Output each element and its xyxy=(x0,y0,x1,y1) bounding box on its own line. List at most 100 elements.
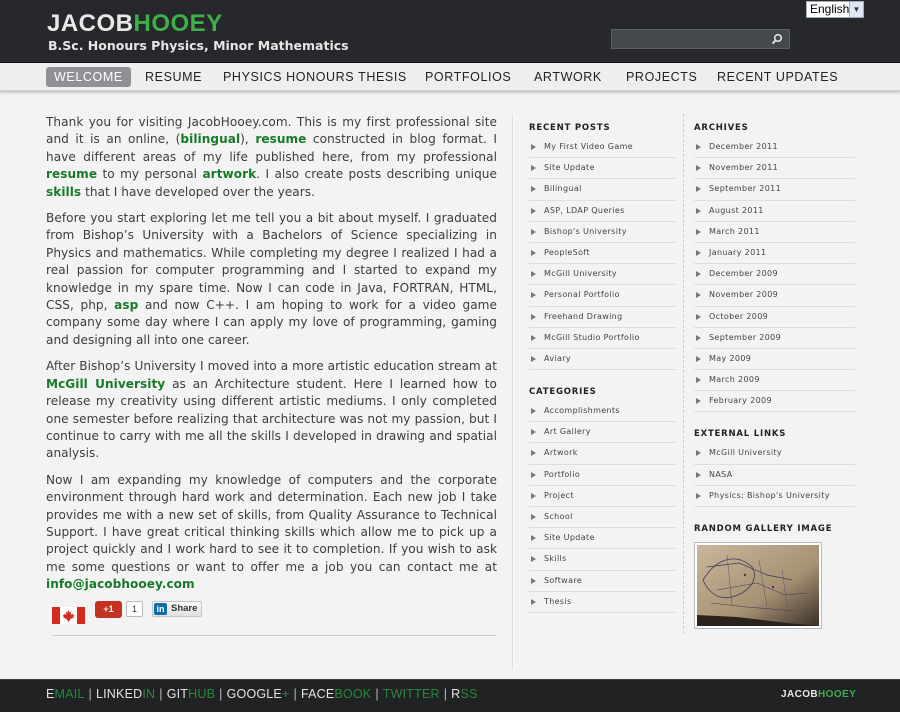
external-links-heading: EXTERNAL LINKS xyxy=(694,429,787,440)
welcome-article: Thank you for visiting JacobHooey.com. T… xyxy=(46,114,497,603)
recent-post-item[interactable]: Freehand Drawing xyxy=(529,307,676,328)
external-link-item[interactable]: NASA xyxy=(694,465,855,486)
recent-post-item[interactable]: Personal Portfolio xyxy=(529,285,676,307)
text: GIT xyxy=(166,687,189,701)
logo-part-2: HOOEY xyxy=(133,10,223,37)
text: Before you start exploring let me tell y… xyxy=(46,211,497,313)
google-plus-button[interactable]: +1 xyxy=(95,601,122,618)
category-item[interactable]: Thesis xyxy=(529,592,676,613)
category-item[interactable]: Project xyxy=(529,486,676,507)
archive-item[interactable]: March 2009 xyxy=(694,370,855,392)
content-divider xyxy=(512,114,514,670)
category-item[interactable]: Art Gallery xyxy=(529,422,676,444)
nav-item-recent-updates[interactable]: RECENT UPDATES xyxy=(717,67,838,87)
category-item[interactable]: Accomplishments xyxy=(529,401,676,423)
link-skills[interactable]: skills xyxy=(46,185,81,199)
footer-link-google-plus[interactable]: GOOGLE+ xyxy=(227,687,290,701)
text: GOOGLE xyxy=(226,687,282,701)
paragraph-now: Now I am expanding my knowledge of compu… xyxy=(46,472,497,594)
external-link-item[interactable]: McGill University xyxy=(694,443,855,465)
text: that I have developed over the years. xyxy=(81,184,316,199)
categories-heading: CATEGORIES xyxy=(529,387,597,398)
archive-item[interactable]: December 2011 xyxy=(694,137,855,159)
text: ), xyxy=(240,132,256,147)
nav-item-resume[interactable]: RESUME xyxy=(145,67,202,87)
text: LINKED xyxy=(95,687,143,701)
recent-post-item[interactable]: Bilingual xyxy=(529,179,676,201)
archive-item[interactable]: May 2009 xyxy=(694,349,855,371)
footer-link-github[interactable]: GITHUB xyxy=(167,687,215,701)
archive-item[interactable]: August 2011 xyxy=(694,201,855,222)
recent-post-item[interactable]: Bishop's University xyxy=(529,222,676,243)
link-bilingual[interactable]: bilingual xyxy=(180,132,240,146)
canada-flag-icon xyxy=(52,607,85,624)
footer-link-facebook[interactable]: FACEBOOK xyxy=(301,687,371,701)
nav-item-artwork[interactable]: ARTWORK xyxy=(534,67,602,87)
random-gallery-image[interactable] xyxy=(694,542,822,629)
archive-item[interactable]: September 2011 xyxy=(694,179,855,201)
search-icon[interactable] xyxy=(771,33,783,45)
archive-item[interactable]: December 2009 xyxy=(694,264,855,286)
text: SS xyxy=(460,687,478,701)
recent-post-item[interactable]: My First Video Game xyxy=(529,137,676,159)
link-asp[interactable]: asp xyxy=(114,298,138,312)
site-footer: EMAIL | LINKEDIN | GITHUB | GOOGLE+ | FACEBOOK | T… xyxy=(0,679,900,712)
footer-logo[interactable]: JACOBHOOEY xyxy=(781,689,856,700)
site-header: JACOBHOOEY B.Sc. Honours Physics, Minor … xyxy=(0,0,900,63)
language-select[interactable]: English ▼ xyxy=(806,1,864,18)
archive-item[interactable]: January 2011 xyxy=(694,243,855,265)
category-item[interactable]: Site Update xyxy=(529,528,676,550)
external-link-item[interactable]: Physics: Bishop's University xyxy=(694,486,855,507)
archive-item[interactable]: October 2009 xyxy=(694,307,855,328)
recent-post-item[interactable]: McGill Studio Portfolio xyxy=(529,328,676,349)
sidebar-left-column: RECENT POSTS My First Video Game Site Up… xyxy=(529,120,676,627)
nav-item-physics-honours-thesis[interactable]: PHYSICS HONOURS THESIS xyxy=(223,67,407,87)
footer-link-twitter[interactable]: TWITTER xyxy=(383,687,440,701)
link-artwork[interactable]: artwork xyxy=(202,167,256,181)
archive-item[interactable]: November 2009 xyxy=(694,285,855,307)
archive-item[interactable]: February 2009 xyxy=(694,391,855,413)
text: BOOK xyxy=(334,687,372,701)
text: IN xyxy=(142,687,156,701)
separator: | xyxy=(375,687,379,701)
google-plus-count: 1 xyxy=(126,601,143,617)
category-item[interactable]: Skills xyxy=(529,549,676,571)
recent-post-item[interactable]: ASP, LDAP Queries xyxy=(529,201,676,222)
recent-post-item[interactable]: PeopleSoft xyxy=(529,243,676,265)
link-email[interactable]: info@jacobhooey.com xyxy=(46,577,195,591)
archives-heading: ARCHIVES xyxy=(694,123,749,133)
link-resume[interactable]: resume xyxy=(255,132,306,146)
nav-item-projects[interactable]: PROJECTS xyxy=(626,67,697,87)
nav-item-portfolios[interactable]: PORTFOLIOS xyxy=(425,67,511,87)
category-item[interactable]: Artwork xyxy=(529,443,676,465)
recent-post-item[interactable]: McGill University xyxy=(529,264,676,286)
search-input[interactable] xyxy=(611,29,790,49)
archive-item[interactable]: March 2011 xyxy=(694,222,855,243)
link-resume-2[interactable]: resume xyxy=(46,167,97,181)
linkedin-share-button[interactable]: in Share xyxy=(152,601,202,617)
category-item[interactable]: School xyxy=(529,507,676,529)
footer-link-linkedin[interactable]: LINKEDIN xyxy=(96,687,155,701)
category-item[interactable]: Software xyxy=(529,571,676,592)
archive-item[interactable]: September 2009 xyxy=(694,328,855,349)
language-value: English xyxy=(810,2,850,16)
link-mcgill-university[interactable]: McGill University xyxy=(46,377,165,391)
sidebar-divider xyxy=(683,114,684,634)
footer-link-rss[interactable]: RSS xyxy=(451,687,477,701)
site-logo[interactable]: JACOBHOOEY xyxy=(47,10,223,38)
paragraph-mcgill: After Bishop’s University I moved into a… xyxy=(46,358,497,462)
separator: | xyxy=(293,687,297,701)
logo-part-1: JACOB xyxy=(47,10,134,37)
nav-item-welcome[interactable]: WELCOME xyxy=(46,67,131,87)
recent-post-item[interactable]: Site Update xyxy=(529,158,676,180)
footer-link-email[interactable]: EMAIL xyxy=(46,687,85,701)
recent-post-item[interactable]: Aviary xyxy=(529,349,676,371)
recent-posts-heading: RECENT POSTS xyxy=(529,123,611,133)
google-plus-label: +1 xyxy=(103,604,114,614)
linkedin-icon: in xyxy=(154,603,167,615)
category-item[interactable]: Portfolio xyxy=(529,465,676,486)
separator: | xyxy=(159,687,163,701)
separator: | xyxy=(443,687,448,701)
linkedin-share-label: Share xyxy=(171,603,198,614)
archive-item[interactable]: November 2011 xyxy=(694,158,855,180)
